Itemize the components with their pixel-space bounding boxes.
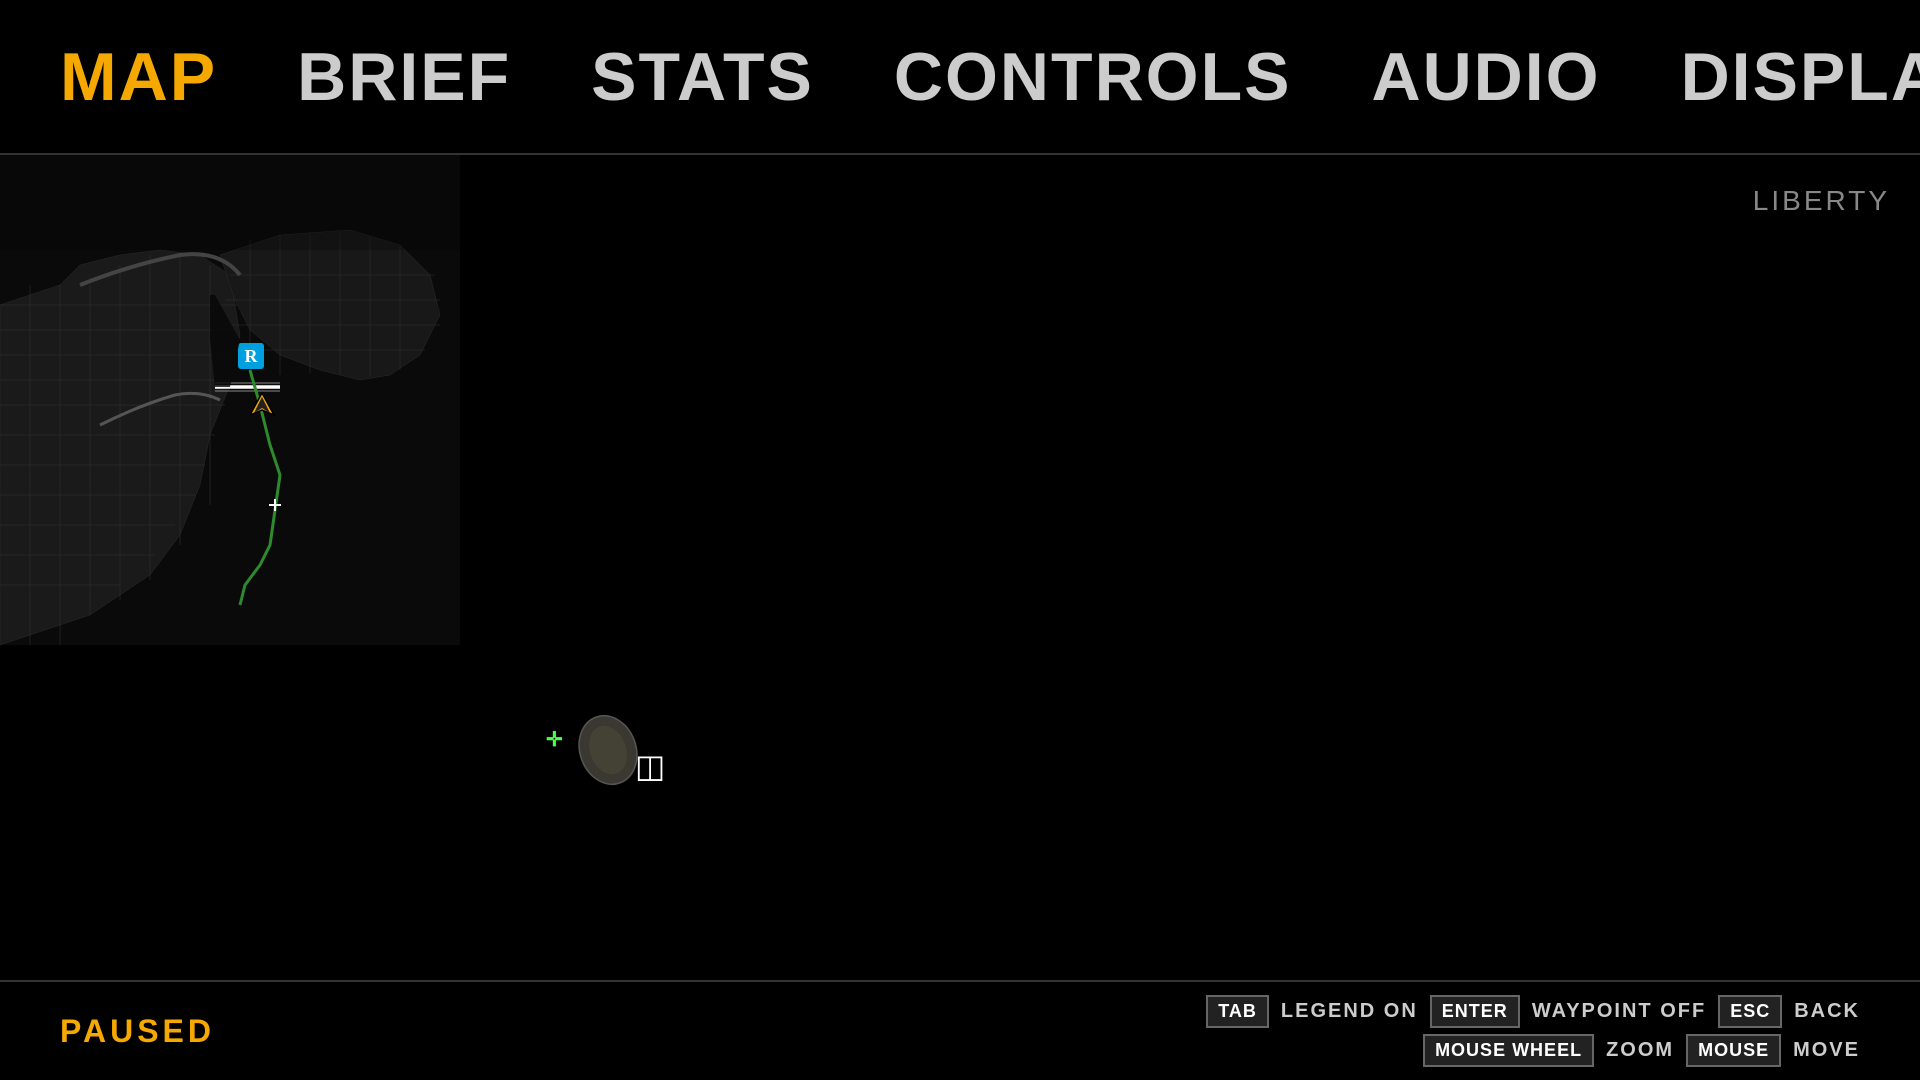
zoom-label: ZOOM — [1606, 1039, 1674, 1062]
region-label: LIBERTY — [1753, 185, 1890, 217]
move-label: MOVE — [1793, 1039, 1860, 1062]
svg-text:R: R — [245, 346, 259, 366]
tab-key: TAB — [1206, 995, 1269, 1028]
legend-on-label: LEGEND ON — [1281, 1000, 1418, 1023]
island-area: ✛ — [560, 705, 650, 800]
enter-key: ENTER — [1430, 995, 1520, 1028]
nav-bar: Map Brief Stats Controls Audio Display G… — [0, 0, 1920, 155]
nav-item-display[interactable]: Display — [1681, 38, 1920, 116]
map-area[interactable]: R LIBERTY ✛ ◫ — [0, 155, 1920, 1010]
mousewheel-key: MOUSE WHEEL — [1423, 1034, 1594, 1067]
nav-item-brief[interactable]: Brief — [297, 38, 511, 116]
mouse-key: MOUSE — [1686, 1034, 1781, 1067]
nav-item-stats[interactable]: Stats — [591, 38, 814, 116]
control-row-1: TAB LEGEND ON ENTER WAYPOINT OFF ESC BAC… — [1206, 995, 1860, 1028]
nav-item-map[interactable]: Map — [60, 38, 217, 116]
esc-key: ESC — [1718, 995, 1782, 1028]
nav-item-audio[interactable]: Audio — [1371, 38, 1600, 116]
back-label: BACK — [1794, 1000, 1860, 1023]
waypoint-off-label: WAYPOINT OFF — [1532, 1000, 1706, 1023]
nav-item-controls[interactable]: Controls — [894, 38, 1292, 116]
city-map: R — [0, 155, 460, 645]
waypoint-cross: ✛ — [546, 727, 563, 752]
control-row-2: MOUSE WHEEL ZOOM MOUSE MOVE — [1423, 1034, 1860, 1067]
small-island-svg — [560, 705, 650, 795]
status-bar: PAUSED TAB LEGEND ON ENTER WAYPOINT OFF … — [0, 980, 1920, 1080]
controls-help: TAB LEGEND ON ENTER WAYPOINT OFF ESC BAC… — [1206, 995, 1860, 1067]
paused-label: PAUSED — [60, 1013, 215, 1050]
